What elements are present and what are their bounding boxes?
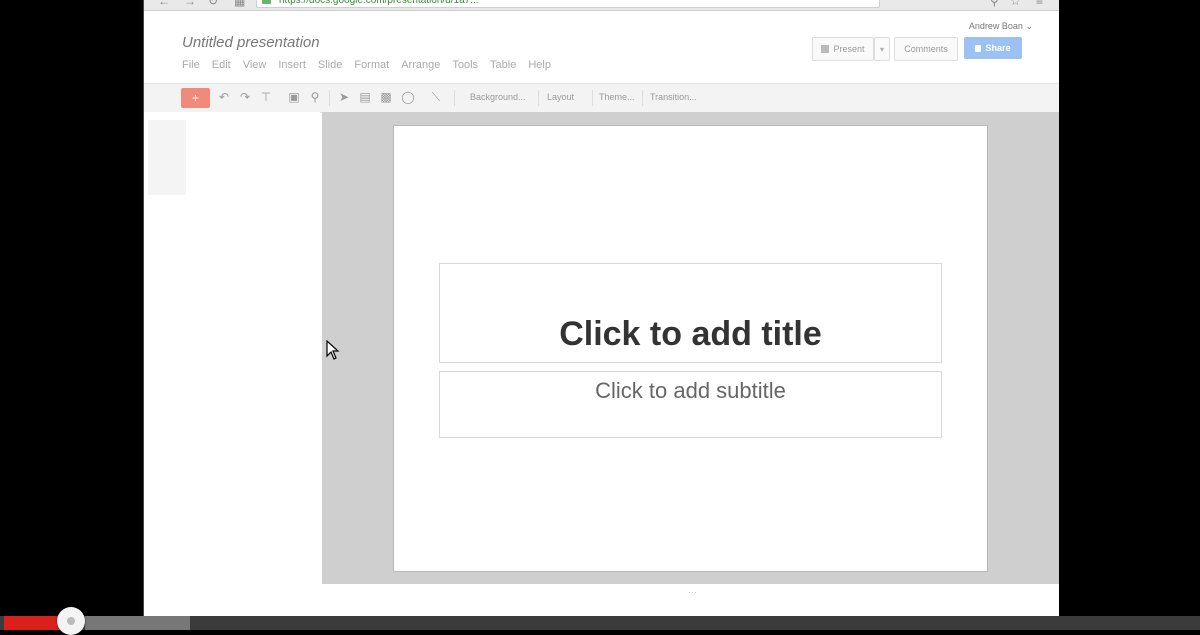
menu-format[interactable]: Format xyxy=(354,59,389,71)
subtitle-placeholder-box[interactable]: Click to add subtitle xyxy=(439,371,942,438)
address-bar[interactable]: https://docs.google.com/presentation/d/1… xyxy=(256,0,880,8)
menu-insert[interactable]: Insert xyxy=(278,59,306,71)
toolbar-divider xyxy=(642,90,643,106)
toolbar-divider xyxy=(538,90,539,106)
lock-icon xyxy=(975,44,982,52)
caret-down-icon: ▾ xyxy=(879,44,884,54)
title-placeholder: Click to add title xyxy=(559,315,822,353)
menu-arrange[interactable]: Arrange xyxy=(401,59,440,71)
present-button[interactable]: Present xyxy=(812,37,874,61)
star-icon[interactable]: ☆ xyxy=(1010,0,1021,8)
chevron-down-icon: ⌄ xyxy=(1025,21,1033,31)
toolbar: + ↶ ↷ ⊤ ▣ ⚲ ➤ ▤ ▩ ◯ ⟍ Background... Layo… xyxy=(144,83,1059,113)
title-placeholder-box[interactable]: Click to add title xyxy=(439,263,942,363)
redo-icon[interactable]: ↷ xyxy=(237,89,253,105)
browser-window: ← → ↻ ▦ https://docs.google.com/presenta… xyxy=(143,0,1059,616)
menu-bar: File Edit View Insert Slide Format Arran… xyxy=(182,59,551,71)
text-box-icon[interactable]: ▤ xyxy=(357,89,373,105)
scrubber-dot xyxy=(67,617,75,625)
comments-button[interactable]: Comments xyxy=(894,37,958,61)
background-button[interactable]: Background... xyxy=(470,92,526,102)
menu-table[interactable]: Table xyxy=(490,59,516,71)
video-frame: ← → ↻ ▦ https://docs.google.com/presenta… xyxy=(0,0,1200,635)
menu-slide[interactable]: Slide xyxy=(318,59,342,71)
account-name[interactable]: Andrew Boan ⌄ xyxy=(969,21,1033,32)
transition-button[interactable]: Transition... xyxy=(650,92,697,102)
video-scrubber-handle[interactable] xyxy=(57,607,85,635)
zoom-icon[interactable]: ⚲ xyxy=(307,89,323,105)
menu-icon[interactable]: ≡ xyxy=(1036,0,1043,8)
shape-icon[interactable]: ◯ xyxy=(400,89,416,105)
select-icon[interactable]: ➤ xyxy=(336,89,352,105)
menu-file[interactable]: File xyxy=(182,59,200,71)
document-title[interactable]: Untitled presentation xyxy=(182,34,320,51)
present-dropdown-button[interactable]: ▾ xyxy=(874,37,890,61)
search-icon[interactable]: ⚲ xyxy=(990,0,999,8)
browser-chrome: ← → ↻ ▦ https://docs.google.com/presenta… xyxy=(144,0,1059,11)
apps-icon[interactable]: ▦ xyxy=(234,0,245,8)
video-buffered-bar xyxy=(85,616,190,630)
menu-edit[interactable]: Edit xyxy=(212,59,231,71)
image-icon[interactable]: ▩ xyxy=(378,89,394,105)
toolbar-divider xyxy=(454,90,455,106)
play-icon xyxy=(821,45,830,53)
present-label: Present xyxy=(833,44,865,54)
share-button[interactable]: Share xyxy=(964,37,1022,59)
back-icon[interactable]: ← xyxy=(158,0,170,8)
theme-button[interactable]: Theme... xyxy=(599,92,635,102)
menu-tools[interactable]: Tools xyxy=(452,59,478,71)
toolbar-divider xyxy=(592,90,593,106)
undo-icon[interactable]: ↶ xyxy=(216,89,232,105)
slide-thumbnail[interactable] xyxy=(148,120,186,195)
mouse-cursor-icon xyxy=(326,340,340,360)
paint-format-icon[interactable]: ⊤ xyxy=(258,89,274,105)
slide-canvas-area[interactable]: Click to add title Click to add subtitle xyxy=(322,112,1059,584)
layout-button[interactable]: Layout xyxy=(547,92,574,102)
slide-filmstrip[interactable] xyxy=(144,112,320,616)
zoom-fit-icon[interactable]: ▣ xyxy=(286,89,302,105)
slide[interactable]: Click to add title Click to add subtitle xyxy=(393,125,988,572)
user-name-label: Andrew Boan xyxy=(968,21,1023,31)
new-slide-button[interactable]: + xyxy=(181,88,210,108)
share-label: Share xyxy=(985,43,1011,53)
menu-view[interactable]: View xyxy=(243,59,267,71)
resize-grip-icon[interactable]: ··· xyxy=(688,587,697,597)
toolbar-divider xyxy=(329,90,330,106)
lock-icon xyxy=(262,0,271,4)
forward-icon[interactable]: → xyxy=(184,0,196,8)
subtitle-placeholder: Click to add subtitle xyxy=(595,378,786,403)
menu-help[interactable]: Help xyxy=(528,59,551,71)
line-icon[interactable]: ⟍ xyxy=(428,89,444,105)
reload-icon[interactable]: ↻ xyxy=(208,0,218,8)
speaker-notes-area[interactable]: ··· xyxy=(322,584,1059,616)
